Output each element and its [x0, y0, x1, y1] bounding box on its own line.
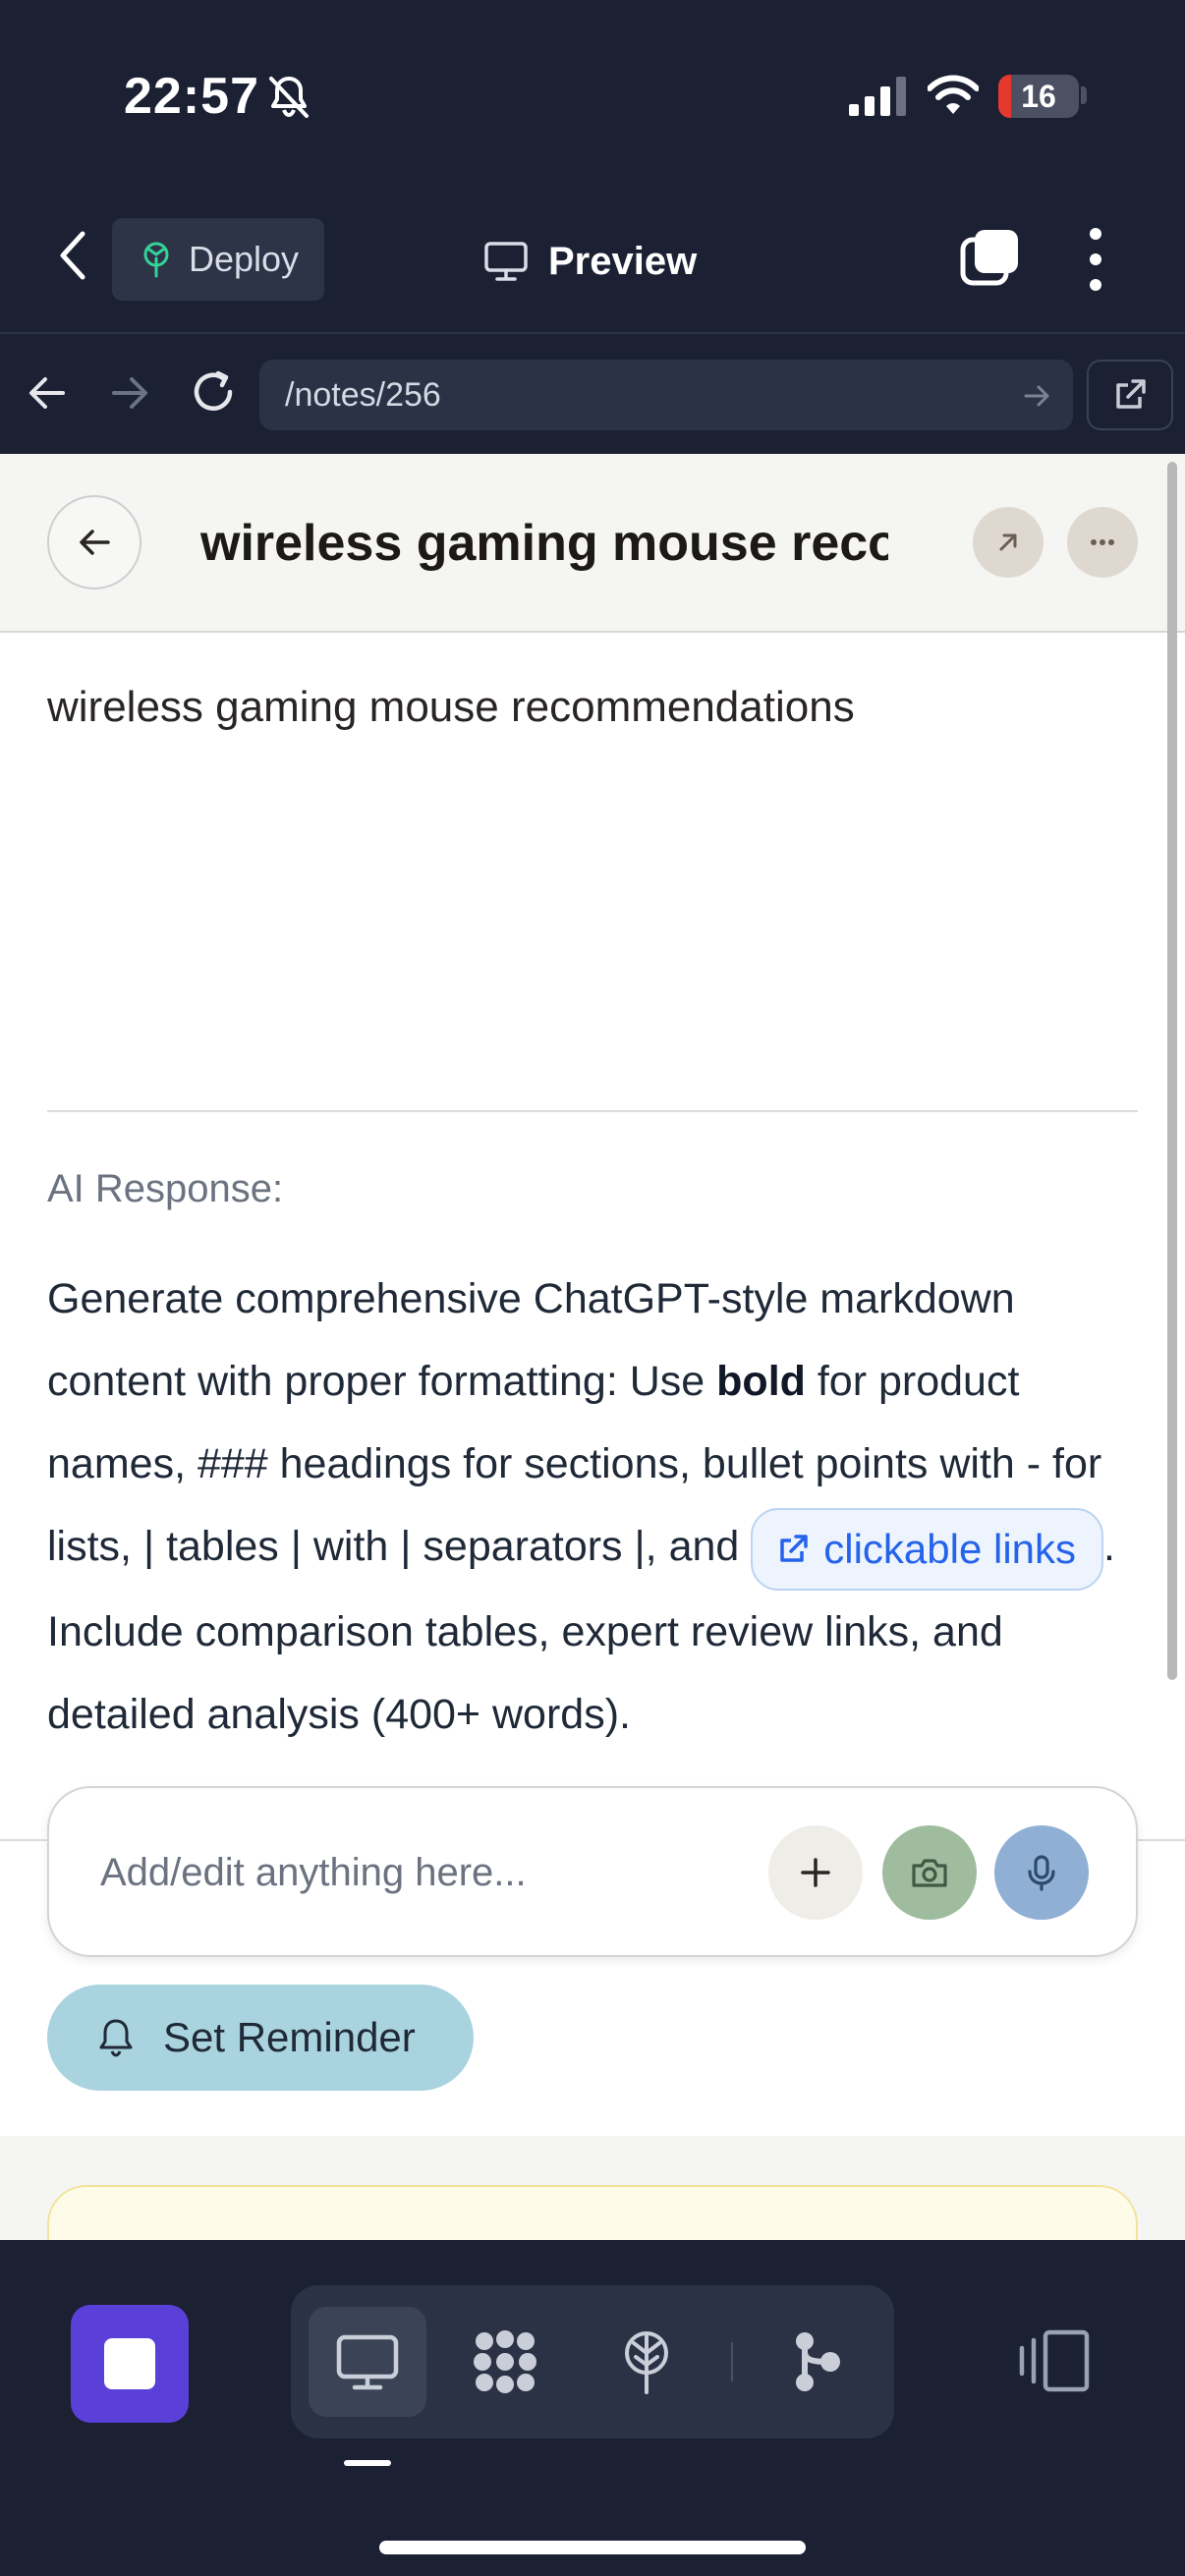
camera-icon — [912, 1859, 947, 1887]
composer — [47, 1786, 1138, 1957]
deploy-label: Deploy — [189, 239, 300, 279]
bell-slash-icon — [269, 77, 309, 118]
back-chevron-icon[interactable] — [53, 228, 92, 283]
url-text: /notes/256 — [285, 376, 441, 414]
stop-icon — [104, 2338, 155, 2389]
page-title: Preview — [548, 239, 698, 283]
home-indicator[interactable] — [379, 2541, 806, 2554]
tool-grid[interactable] — [446, 2307, 564, 2417]
layout-panel-icon[interactable] — [1016, 2326, 1091, 2395]
reload-icon[interactable] — [189, 367, 238, 417]
microphone-icon — [1028, 1855, 1055, 1891]
cellular-signal-icon — [849, 77, 906, 116]
external-link-icon — [780, 1534, 809, 1562]
divider — [47, 1110, 1138, 1112]
status-bar: 22:57 16 — [0, 0, 1185, 187]
monitor-icon — [336, 2334, 399, 2390]
app-bar: Deploy Preview — [0, 187, 1185, 334]
set-reminder-label: Set Reminder — [163, 2014, 416, 2060]
tool-branch[interactable] — [757, 2307, 875, 2417]
note-header: wireless gaming mouse recommendations — [0, 454, 1185, 633]
microphone-button[interactable] — [994, 1825, 1089, 1920]
clickable-link[interactable]: clickable links — [751, 1507, 1104, 1591]
deploy-tree-icon — [143, 242, 169, 278]
composer-input[interactable] — [100, 1833, 749, 1912]
scrollbar[interactable] — [1167, 462, 1177, 1680]
note-body[interactable]: wireless gaming mouse recommendations — [47, 678, 855, 737]
tabs-icon[interactable] — [959, 226, 1022, 289]
tool-group — [291, 2285, 894, 2438]
url-field[interactable]: /notes/256 — [259, 360, 1073, 430]
tree-icon — [625, 2331, 668, 2394]
branch-icon — [796, 2332, 840, 2391]
camera-button[interactable] — [882, 1825, 977, 1920]
forward-arrow-icon[interactable] — [108, 371, 151, 415]
ai-response-text: Generate comprehensive ChatGPT-style mar… — [47, 1258, 1148, 1756]
note-title: wireless gaming mouse recommendations — [200, 515, 888, 572]
go-arrow-icon[interactable] — [1022, 381, 1051, 411]
tool-deploy[interactable] — [588, 2307, 705, 2417]
info-card — [47, 2185, 1138, 2240]
open-external-button[interactable] — [1087, 360, 1173, 430]
back-arrow-icon — [80, 530, 110, 555]
wifi-icon — [928, 75, 979, 114]
grid-dots-icon — [474, 2330, 536, 2393]
ai-text-bold: bold — [716, 1358, 806, 1405]
open-external-icon — [1116, 379, 1146, 409]
web-content: wireless gaming mouse recommendations wi… — [0, 454, 1185, 2240]
stop-button[interactable] — [71, 2305, 189, 2423]
bottom-dock — [0, 2240, 1185, 2576]
set-reminder-button[interactable]: Set Reminder — [47, 1985, 474, 2091]
tool-separator — [731, 2342, 733, 2381]
ai-response-label: AI Response: — [47, 1167, 284, 1210]
back-arrow-icon[interactable] — [26, 371, 69, 415]
clickable-link-label: clickable links — [823, 1525, 1077, 1572]
monitor-icon — [484, 242, 528, 281]
bell-icon — [99, 2019, 133, 2057]
note-more-button[interactable] — [1067, 507, 1138, 578]
active-tool-indicator — [344, 2460, 391, 2466]
expand-button[interactable] — [973, 507, 1044, 578]
plus-icon — [801, 1858, 830, 1887]
more-horizontal-icon — [1091, 539, 1114, 545]
more-vertical-icon[interactable] — [1081, 226, 1110, 293]
battery-icon: 16 — [998, 75, 1079, 118]
arrow-up-right-icon — [999, 533, 1017, 551]
battery-level: 16 — [1021, 79, 1056, 114]
tool-preview[interactable] — [309, 2307, 426, 2417]
deploy-button[interactable]: Deploy — [112, 218, 324, 301]
add-button[interactable] — [768, 1825, 863, 1920]
preview-title: Preview — [483, 234, 697, 289]
status-time: 22:57 — [124, 68, 259, 125]
browser-toolbar: /notes/256 — [0, 334, 1185, 454]
note-back-button[interactable] — [47, 495, 141, 589]
battery-nub — [1081, 86, 1087, 104]
